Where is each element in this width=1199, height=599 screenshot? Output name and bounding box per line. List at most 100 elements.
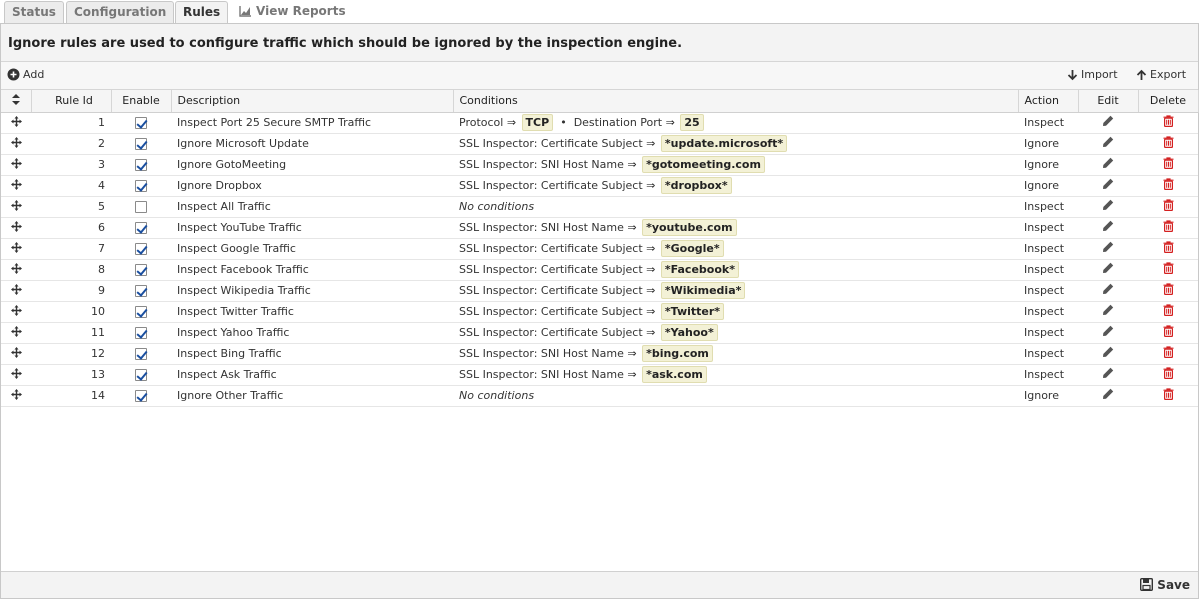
pencil-icon xyxy=(1103,325,1114,336)
enable-cell xyxy=(111,301,171,323)
import-label: Import xyxy=(1081,68,1118,81)
edit-button[interactable] xyxy=(1102,136,1114,151)
drag-handle[interactable] xyxy=(1,133,31,155)
drag-handle[interactable] xyxy=(1,112,31,134)
edit-button[interactable] xyxy=(1102,157,1114,172)
enable-checkbox[interactable] xyxy=(135,369,147,381)
enable-checkbox[interactable] xyxy=(135,159,147,171)
edit-button[interactable] xyxy=(1102,241,1114,256)
sort-column-header[interactable] xyxy=(1,90,32,113)
condition-label: SSL Inspector: SNI Host Name ⇒ xyxy=(459,158,637,171)
enable-header[interactable]: Enable xyxy=(111,90,172,113)
tab-status[interactable]: Status xyxy=(4,1,64,23)
edit-button[interactable] xyxy=(1102,304,1114,319)
delete-button[interactable] xyxy=(1163,346,1174,361)
rule-id-header[interactable]: Rule Id xyxy=(31,90,112,113)
delete-button[interactable] xyxy=(1163,220,1174,235)
drag-handle[interactable] xyxy=(1,217,31,239)
drag-handle[interactable] xyxy=(1,238,31,260)
save-button[interactable]: Save xyxy=(1140,577,1190,592)
delete-button[interactable] xyxy=(1163,157,1174,172)
delete-button[interactable] xyxy=(1163,367,1174,382)
edit-button[interactable] xyxy=(1102,388,1114,403)
conditions-cell: SSL Inspector: Certificate Subject ⇒ *Go… xyxy=(453,238,1018,260)
export-button[interactable]: Export xyxy=(1136,68,1186,84)
edit-header: Edit xyxy=(1078,90,1139,113)
pencil-icon xyxy=(1103,367,1114,378)
drag-handle[interactable] xyxy=(1,343,31,365)
edit-cell xyxy=(1078,217,1138,239)
enable-checkbox[interactable] xyxy=(135,390,147,402)
enable-checkbox[interactable] xyxy=(135,138,147,150)
import-button[interactable]: Import xyxy=(1067,68,1118,84)
drag-handle[interactable] xyxy=(1,280,31,302)
tab-rules[interactable]: Rules xyxy=(175,1,229,24)
rule-id-cell: 8 xyxy=(31,259,111,281)
delete-button[interactable] xyxy=(1163,115,1174,130)
arrow-down-icon xyxy=(1067,70,1078,81)
edit-cell xyxy=(1078,280,1138,302)
edit-button[interactable] xyxy=(1102,178,1114,193)
enable-checkbox[interactable] xyxy=(135,243,147,255)
enable-checkbox[interactable] xyxy=(135,201,147,213)
enable-checkbox[interactable] xyxy=(135,264,147,276)
table-row: 6 Inspect YouTube Traffic SSL Inspector: S… xyxy=(1,217,1198,239)
footer-bar: Save xyxy=(1,571,1198,598)
enable-checkbox[interactable] xyxy=(135,117,147,129)
enable-checkbox[interactable] xyxy=(135,348,147,360)
trash-icon xyxy=(1163,367,1173,379)
enable-checkbox[interactable] xyxy=(135,180,147,192)
edit-cell xyxy=(1078,133,1138,155)
delete-button[interactable] xyxy=(1163,241,1174,256)
edit-button[interactable] xyxy=(1102,262,1114,277)
drag-handle[interactable] xyxy=(1,364,31,386)
edit-button[interactable] xyxy=(1102,346,1114,361)
condition-value: *Wikimedia* xyxy=(660,282,746,299)
delete-button[interactable] xyxy=(1163,283,1174,298)
tab-configuration[interactable]: Configuration xyxy=(66,1,175,23)
conditions-header[interactable]: Conditions xyxy=(453,90,1019,113)
delete-button[interactable] xyxy=(1163,178,1174,193)
edit-button[interactable] xyxy=(1102,283,1114,298)
drag-handle[interactable] xyxy=(1,301,31,323)
drag-handle[interactable] xyxy=(1,196,31,218)
edit-button[interactable] xyxy=(1102,199,1114,214)
tab-view-reports[interactable]: View Reports xyxy=(232,1,353,23)
enable-checkbox[interactable] xyxy=(135,285,147,297)
delete-button[interactable] xyxy=(1163,136,1174,151)
delete-button[interactable] xyxy=(1163,325,1174,340)
drag-handle[interactable] xyxy=(1,154,31,176)
edit-button[interactable] xyxy=(1102,367,1114,382)
move-icon xyxy=(10,178,22,190)
trash-icon xyxy=(1163,283,1173,295)
edit-cell xyxy=(1078,259,1138,281)
condition-label: SSL Inspector: Certificate Subject ⇒ xyxy=(459,263,656,276)
drag-handle[interactable] xyxy=(1,175,31,197)
trash-icon xyxy=(1163,199,1173,211)
edit-button[interactable] xyxy=(1102,220,1114,235)
delete-button[interactable] xyxy=(1163,304,1174,319)
delete-cell xyxy=(1138,385,1198,407)
delete-button[interactable] xyxy=(1163,199,1174,214)
action-cell: Ignore xyxy=(1018,154,1078,176)
delete-button[interactable] xyxy=(1163,388,1174,403)
drag-handle[interactable] xyxy=(1,385,31,407)
condition-label: SSL Inspector: Certificate Subject ⇒ xyxy=(459,305,656,318)
delete-button[interactable] xyxy=(1163,262,1174,277)
chart-icon xyxy=(239,3,251,24)
description-header[interactable]: Description xyxy=(171,90,454,113)
enable-checkbox[interactable] xyxy=(135,306,147,318)
edit-button[interactable] xyxy=(1102,325,1114,340)
enable-checkbox[interactable] xyxy=(135,222,147,234)
trash-icon xyxy=(1163,220,1173,232)
add-button[interactable]: Add xyxy=(7,68,44,84)
enable-checkbox[interactable] xyxy=(135,327,147,339)
conditions-cell: SSL Inspector: Certificate Subject ⇒ *Fa… xyxy=(453,259,1018,281)
drag-handle[interactable] xyxy=(1,259,31,281)
drag-handle[interactable] xyxy=(1,322,31,344)
edit-button[interactable] xyxy=(1102,115,1114,130)
action-header[interactable]: Action xyxy=(1018,90,1079,113)
toolbar: Add Import Export xyxy=(1,62,1198,90)
pencil-icon xyxy=(1103,262,1114,273)
delete-cell xyxy=(1138,154,1198,176)
